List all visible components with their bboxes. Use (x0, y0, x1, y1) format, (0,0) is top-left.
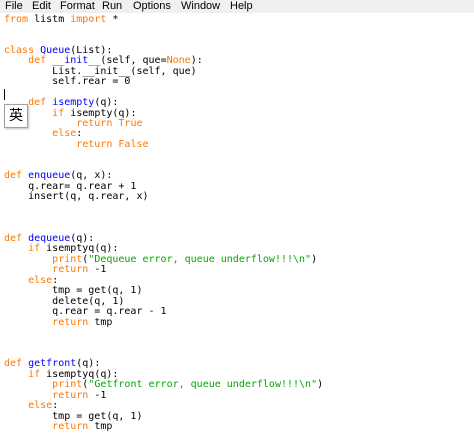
code-token: -1 (88, 389, 107, 401)
code-token-kw: print (52, 253, 83, 265)
code-token: (q): (94, 97, 119, 109)
code-token-kw: return (52, 389, 89, 401)
menu-bar: File Edit Format Run Options Window Help (0, 0, 474, 13)
code-token-fn: Queue (40, 44, 71, 56)
code-token-kw: return (52, 264, 89, 276)
code-token: ) (317, 379, 324, 391)
code-token-kw: from (4, 13, 29, 25)
code-token-fn: isempty (52, 97, 95, 109)
code-token-kw: def (28, 55, 47, 67)
code-token-kw: def (4, 232, 23, 244)
code-token-kw: return (52, 316, 89, 328)
code-token: -1 (88, 264, 107, 276)
code-line: self.rear = 0 (4, 76, 131, 88)
text-cursor (4, 89, 5, 100)
code-token: List.__init__(self, que) (4, 65, 197, 77)
code-token-kw: return (76, 118, 113, 129)
code-token: : (52, 274, 59, 286)
code-token: tmp = get(q, 1) (4, 410, 143, 422)
code-token: (q): (76, 358, 101, 370)
code-token: isemptyq(q): (40, 243, 119, 255)
code-token: listm (28, 13, 71, 25)
code-token: self.rear = 0 (4, 76, 131, 88)
code-token-kw: if (28, 243, 41, 255)
code-token-kw: print (52, 379, 83, 391)
code-token: tmp = get(q, 1) (4, 285, 143, 297)
code-token-fn: enqueue (28, 170, 71, 182)
code-token: q.rear= q.rear + 1 (4, 180, 137, 192)
menu-edit[interactable]: Edit (30, 0, 53, 12)
code-token: isemptyq(q): (40, 368, 119, 380)
code-token-kw: else (28, 274, 53, 286)
code-token-str: "Dequeue error, queue underflow!!!\n" (88, 253, 312, 265)
code-token: insert(q, q.rear, x) (4, 191, 149, 203)
code-token-kw: def (28, 97, 47, 109)
code-line: return tmp (4, 316, 113, 329)
code-token-fn: getfront (28, 358, 77, 370)
menu-run[interactable]: Run (100, 0, 124, 12)
code-token-fn: __init__ (52, 55, 101, 67)
code-token-kw: False (118, 138, 149, 150)
code-token-kw: import (70, 13, 107, 25)
menu-file[interactable]: File (3, 0, 25, 12)
code-token: q.rear = q.rear - 1 (4, 306, 167, 318)
code-token-kw: if (52, 107, 65, 119)
code-line: from listm import * (4, 13, 119, 26)
code-token: ) (311, 253, 318, 265)
code-token: tmp (88, 421, 113, 433)
code-line: return False (4, 138, 149, 151)
code-token-kw: else (52, 128, 77, 140)
code-token-kw: class (4, 44, 35, 56)
code-token: : (52, 400, 59, 412)
code-token-kw: None (166, 55, 191, 67)
code-token-kw: def (4, 358, 23, 370)
ime-indicator: 英 (4, 104, 28, 128)
code-token: (self, que= (100, 55, 167, 67)
code-token-kw: return (76, 138, 113, 150)
code-token: isempty(q): (64, 107, 137, 119)
code-token: (q): (70, 232, 95, 244)
menu-options[interactable]: Options (131, 0, 173, 12)
code-line: return tmp (4, 421, 113, 433)
code-token: (q, x): (70, 170, 113, 182)
code-token-kw: def (4, 170, 23, 182)
code-token-fn: dequeue (28, 232, 71, 244)
code-token-kw: if (28, 368, 41, 380)
code-token: ): (190, 55, 203, 67)
menu-window[interactable]: Window (179, 0, 222, 12)
code-token: : (76, 128, 83, 140)
code-token-str: "Getfront error, queue underflow!!!\n" (88, 379, 318, 391)
menu-format[interactable]: Format (58, 0, 97, 12)
code-token-kw: return (52, 421, 89, 433)
code-token: tmp (88, 316, 113, 328)
code-token: (List): (70, 44, 113, 56)
code-token: * (106, 13, 119, 25)
code-editor[interactable]: from listm import * class Queue(List): de… (0, 13, 474, 435)
code-line: insert(q, q.rear, x) (4, 191, 149, 203)
code-token-kw: else (28, 400, 53, 412)
code-token: delete(q, 1) (4, 295, 125, 307)
code-token-kw: True (118, 118, 143, 129)
menu-help[interactable]: Help (228, 0, 255, 12)
